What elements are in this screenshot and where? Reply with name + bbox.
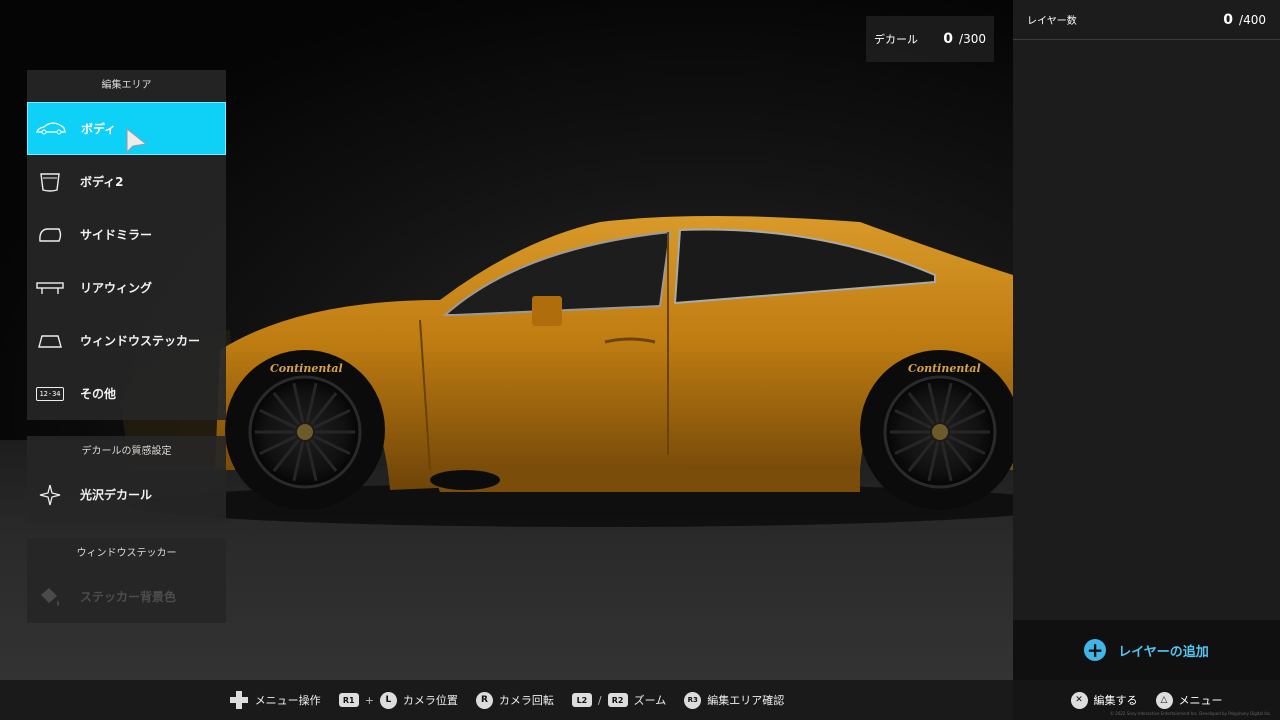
layer-max: /400 [1239,12,1266,27]
layer-count-label: レイヤー数 [1027,16,1077,27]
camera-pos-label: カメラ位置 [402,694,458,707]
layer-count-row: レイヤー数 0 /400 [1013,0,1280,40]
r2-button-icon: R2 [607,693,628,707]
plus-sep: + [364,693,374,707]
edit-area-header: 編集エリア [101,80,152,91]
side-mirror-icon [35,223,65,247]
edit-area-item-rear-wing[interactable]: リアウィング [27,261,226,314]
menu-op-label: メニュー操作 [254,694,321,707]
edit-area-item-label: サイドミラー [80,228,153,242]
decal-count: 0 [943,31,954,47]
l2-button-icon: L2 [571,693,592,707]
zoom-label: ズーム [633,694,667,707]
sparkle-icon [35,483,65,507]
window-sticker-header: ウィンドウステッカー [76,548,177,559]
r1-button-icon: R1 [338,693,359,707]
add-layer-button[interactable]: + レイヤーの追加 [1013,620,1280,680]
edit-area-item-other[interactable]: 12-34 その他 [27,367,226,420]
decal-texture-panel: デカールの質感設定 光沢デカール [27,436,226,521]
decal-counter-label: デカール [874,33,918,46]
decal-texture-header: デカールの質感設定 [81,446,172,457]
layer-count: 0 [1223,11,1234,28]
decal-max: /300 [959,32,986,46]
menu-label: メニュー [1178,694,1223,707]
zoom-hint: L2 / R2 ズーム [571,692,667,708]
glossy-decal-label: 光沢デカール [80,488,153,502]
edit-area-confirm-hint: R3 編集エリア確認 [684,691,785,709]
camera-rot-label: カメラ回転 [498,694,554,707]
edit-area-item-body2[interactable]: ボディ2 [27,155,226,208]
edit-area-item-window-sticker[interactable]: ウィンドウステッカー [27,314,226,367]
edit-area-confirm-label: 編集エリア確認 [707,694,785,707]
l-stick-icon: L [379,691,397,709]
sticker-bg-color-label: ステッカー背景色 [80,590,177,604]
edit-area-panel: 編集エリア ボディ ボディ2 サイドミラー リアウィング ウィンドウステッカー … [27,70,226,420]
glossy-decal-item[interactable]: 光沢デカール [27,468,226,521]
triangle-button-icon: △ [1155,691,1173,709]
plus-icon: + [1084,639,1107,661]
menu-op-hint: メニュー操作 [229,690,321,710]
car-body-icon [36,117,66,141]
car-front-icon [35,170,65,194]
paint-bucket-icon [35,585,65,609]
edit-area-item-label: リアウィング [80,281,153,295]
edit-area-item-side-mirror[interactable]: サイドミラー [27,208,226,261]
r-stick-icon: R [475,691,493,709]
edit-hint[interactable]: ✕ 編集する [1070,691,1138,709]
edit-area-item-label: ボディ2 [80,175,124,189]
controls-hint-bar: メニュー操作 R1 + L カメラ位置 R カメラ回転 L2 / R2 ズーム … [0,680,1013,720]
edit-label: 編集する [1093,694,1138,707]
tire-brand-label: Continental [270,362,343,375]
dpad-icon [229,691,248,709]
edit-area-item-label: ボディ [81,122,117,136]
edit-area-item-label: その他 [80,387,117,401]
decal-counter: デカール 0 /300 [866,16,994,62]
license-plate-icon: 12-34 [35,382,65,406]
window-icon [35,329,65,353]
cross-button-icon: ✕ [1070,691,1088,709]
tire-brand-label: Continental [908,362,981,375]
edit-area-item-label: ウィンドウステッカー [80,334,201,348]
slash-sep: / [597,693,602,707]
pointer-cursor-icon [126,128,148,154]
plate-text: 12-34 [36,386,64,401]
menu-hint[interactable]: △ メニュー [1155,691,1223,709]
add-layer-label: レイヤーの追加 [1118,644,1209,660]
sticker-bg-color-item: ステッカー背景色 [27,570,226,623]
camera-pos-hint: R1 + L カメラ位置 [338,691,458,709]
window-sticker-panel: ウィンドウステッカー ステッカー背景色 [27,538,226,623]
rear-wing-icon [35,276,65,300]
r3-button-icon: R3 [684,691,702,709]
layer-panel: レイヤー数 0 /400 + レイヤーの追加 [1013,0,1280,680]
camera-rot-hint: R カメラ回転 [475,691,554,709]
copyright-text: © 2022 Sony Interactive Entertainment In… [1110,711,1272,716]
